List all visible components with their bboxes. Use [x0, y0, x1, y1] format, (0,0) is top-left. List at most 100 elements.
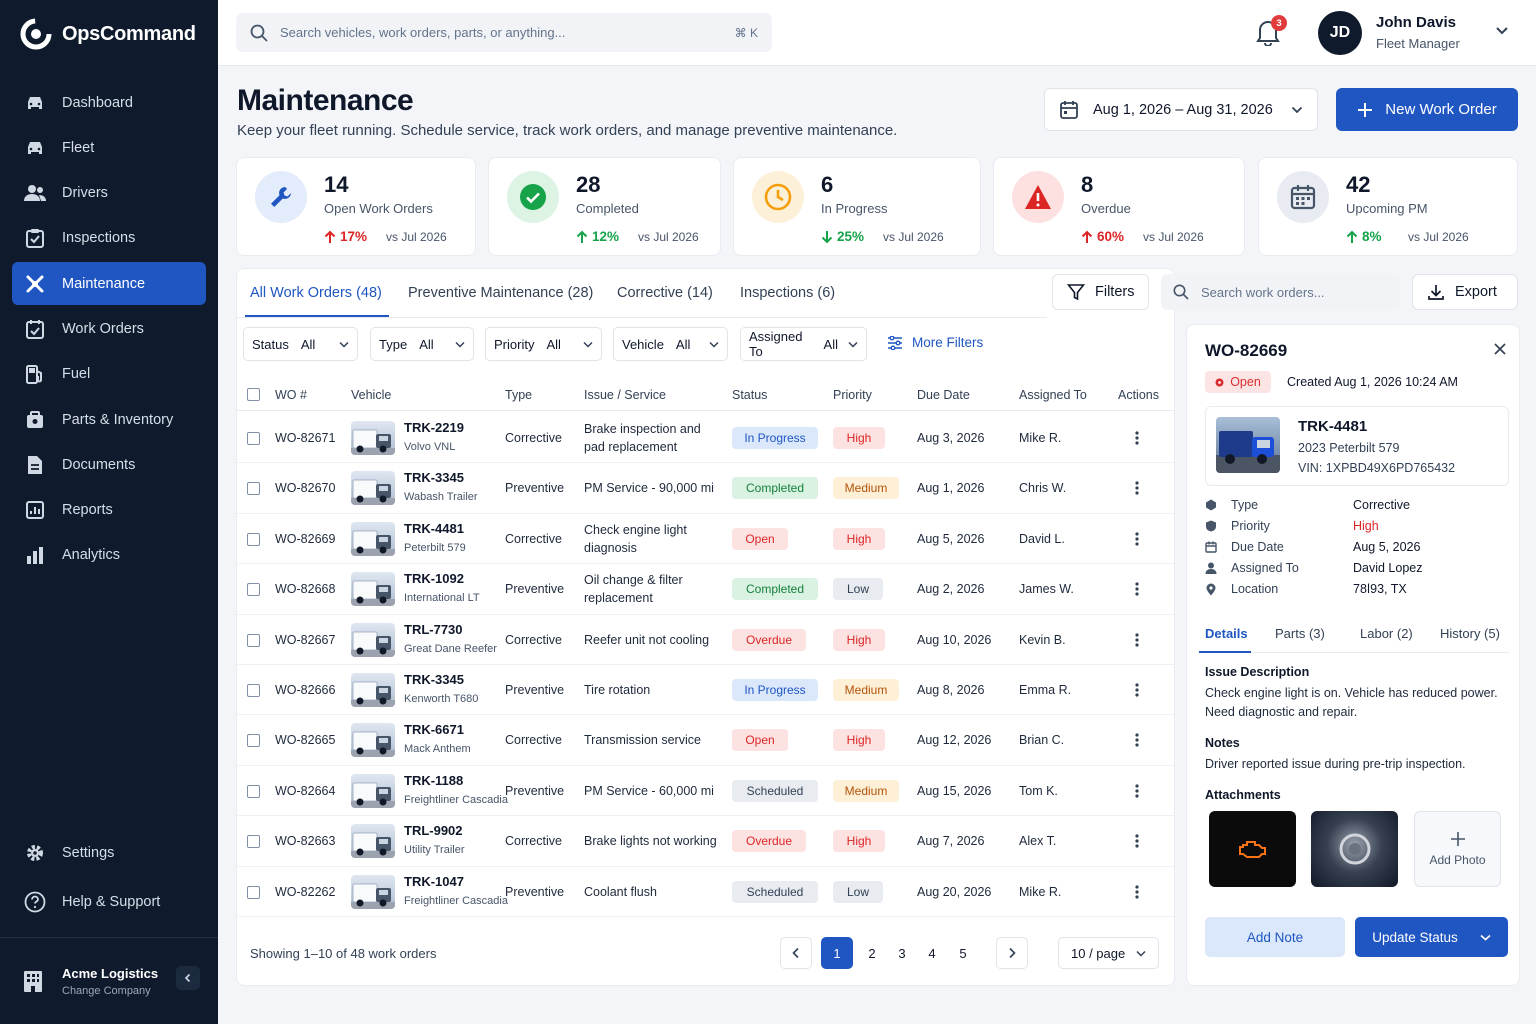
table-row[interactable]: WO-82262 TRK-1047 Freightliner Cascadia Pre… — [237, 867, 1174, 917]
tab-inspections[interactable]: Inspections (6) — [740, 285, 835, 301]
row-checkbox[interactable] — [247, 432, 260, 445]
row-checkbox[interactable] — [247, 885, 260, 899]
row-checkbox[interactable] — [247, 734, 260, 748]
stat-card-in-progress[interactable]: 6 In Progress 25% vs Jul 2026 — [733, 157, 981, 256]
user-name[interactable]: John Davis — [1376, 14, 1456, 31]
page-button-2[interactable]: 2 — [856, 937, 888, 969]
attachment-thumbnail[interactable] — [1311, 811, 1398, 887]
date-range-picker[interactable]: Aug 1, 2026 – Aug 31, 2026 — [1044, 88, 1318, 131]
sidebar-item-inspections[interactable]: Inspections — [12, 217, 206, 260]
table-row[interactable]: WO-82668 TRK-1092 International LT Preventi… — [237, 564, 1174, 615]
brand[interactable]: OpsCommand — [20, 18, 196, 50]
table-row[interactable]: WO-82670 TRK-3345 Wabash Trailer Preventive… — [237, 463, 1174, 514]
sidebar-item-fuel[interactable]: Fuel — [12, 353, 206, 396]
table-row[interactable]: WO-82669 TRK-4481 Peterbilt 579 Corrective C… — [237, 514, 1174, 565]
row-actions-button[interactable] — [1135, 784, 1139, 798]
table-row[interactable]: WO-82664 TRK-1188 Freightliner Cascadia Pre… — [237, 766, 1174, 817]
row-actions-button[interactable] — [1135, 582, 1139, 596]
vehicle-card[interactable]: TRK-4481 2023 Peterbilt 579 VIN: 1XPBD49… — [1205, 406, 1509, 486]
filters-button[interactable]: Filters — [1052, 274, 1150, 310]
page-size-select[interactable]: 10 / page — [1058, 937, 1159, 969]
row-checkbox[interactable] — [247, 684, 260, 697]
tab-details[interactable]: Details — [1205, 626, 1248, 641]
wo-number[interactable]: WO-82663 — [275, 834, 335, 848]
vehicle-id[interactable]: TRL-7730 — [404, 622, 463, 637]
row-checkbox[interactable] — [247, 784, 260, 798]
column-header[interactable]: WO # — [275, 388, 307, 402]
sidebar-item-settings[interactable]: Settings — [12, 830, 206, 876]
table-row[interactable]: WO-82666 TRK-3345 Kenworth T680 Preventive T… — [237, 665, 1174, 716]
global-search[interactable]: Search vehicles, work orders, parts, or … — [236, 13, 772, 52]
more-filters-button[interactable]: More Filters — [887, 335, 983, 350]
sidebar-item-reports[interactable]: Reports — [12, 489, 206, 532]
tab-history[interactable]: History (5) — [1440, 626, 1500, 641]
column-header[interactable]: Assigned To — [1019, 388, 1087, 402]
prev-page-button[interactable] — [780, 937, 812, 969]
sidebar-item-documents[interactable]: Documents — [12, 443, 206, 486]
column-header[interactable]: Due Date — [917, 388, 970, 402]
wo-number[interactable]: WO-82665 — [275, 733, 335, 747]
vehicle-id[interactable]: TRK-6671 — [404, 722, 464, 737]
vehicle-id[interactable]: TRK-1092 — [404, 571, 464, 586]
vehicle-id[interactable]: TRK-2219 — [404, 420, 464, 435]
table-row[interactable]: WO-82671 TRK-2219 Volvo VNL Corrective Brake… — [237, 413, 1174, 464]
stat-card-upcoming-pm[interactable]: 42 Upcoming PM 8% vs Jul 2026 — [1258, 157, 1518, 256]
vehicle-id[interactable]: TRK-3345 — [404, 672, 464, 687]
wo-number[interactable]: WO-82668 — [275, 582, 335, 596]
row-checkbox[interactable] — [247, 835, 260, 849]
vehicle-id[interactable]: TRK-1047 — [404, 874, 464, 889]
type-filter[interactable]: Type All — [370, 327, 474, 361]
page-button-5[interactable]: 5 — [947, 937, 979, 969]
user-menu-button[interactable] — [1495, 26, 1509, 36]
sidebar-item-dashboard[interactable]: Dashboard — [12, 81, 206, 124]
priority-filter[interactable]: Priority All — [485, 327, 602, 361]
assigned-to-filter[interactable]: Assigned To All — [740, 327, 867, 361]
add-photo-button[interactable]: Add Photo — [1414, 811, 1501, 887]
row-actions-button[interactable] — [1135, 733, 1139, 747]
column-header[interactable]: Status — [732, 388, 767, 402]
column-header[interactable]: Vehicle — [351, 388, 391, 402]
sidebar-item-drivers[interactable]: Drivers — [12, 172, 206, 215]
page-button-4[interactable]: 4 — [916, 937, 948, 969]
row-actions-button[interactable] — [1135, 834, 1139, 848]
status-filter[interactable]: Status All — [243, 327, 358, 361]
row-actions-button[interactable] — [1135, 431, 1139, 445]
tab-labor[interactable]: Labor (2) — [1360, 626, 1413, 641]
row-checkbox[interactable] — [247, 482, 260, 496]
wo-number[interactable]: WO-82664 — [275, 784, 335, 798]
wo-number[interactable]: WO-82667 — [275, 633, 335, 647]
avatar[interactable]: JD — [1318, 11, 1362, 55]
table-row[interactable]: WO-82665 TRK-6671 Mack Anthem Corrective Tra… — [237, 715, 1174, 766]
row-actions-button[interactable] — [1135, 481, 1139, 495]
sidebar-item-help[interactable]: Help & Support — [12, 879, 206, 925]
vehicle-filter[interactable]: Vehicle All — [613, 327, 728, 361]
column-header[interactable]: Issue / Service — [584, 388, 666, 402]
row-actions-button[interactable] — [1135, 532, 1139, 546]
stat-card-completed[interactable]: 28 Completed 12% vs Jul 2026 — [488, 157, 721, 256]
tab-preventive[interactable]: Preventive Maintenance (28) — [408, 285, 593, 301]
stat-card-open[interactable]: 14 Open Work Orders 17% vs Jul 2026 — [236, 157, 476, 256]
company-switcher[interactable]: Acme Logistics Change Company — [0, 937, 218, 1024]
row-actions-button[interactable] — [1135, 632, 1139, 647]
row-checkbox[interactable] — [247, 532, 260, 546]
sidebar-item-analytics[interactable]: Analytics — [12, 534, 206, 577]
wo-number[interactable]: WO-82671 — [275, 431, 335, 445]
close-panel-button[interactable] — [1493, 342, 1507, 356]
row-checkbox[interactable] — [247, 633, 260, 647]
collapse-sidebar-button[interactable] — [176, 966, 200, 990]
wo-number[interactable]: WO-82666 — [275, 683, 335, 697]
table-row[interactable]: WO-82667 TRL-7730 Great Dane Reefer Correct… — [237, 615, 1174, 665]
vehicle-id[interactable]: TRK-4481 — [404, 521, 464, 536]
tab-parts[interactable]: Parts (3) — [1275, 626, 1325, 641]
wo-number[interactable]: WO-82262 — [275, 885, 335, 899]
column-header[interactable]: Priority — [833, 388, 872, 402]
sidebar-item-fleet[interactable]: Fleet — [12, 126, 206, 169]
sidebar-item-work-orders[interactable]: Work Orders — [12, 307, 206, 350]
vehicle-id[interactable]: TRL-9902 — [404, 823, 463, 838]
vehicle-id[interactable]: TRK-3345 — [404, 470, 464, 485]
stat-card-overdue[interactable]: 8 Overdue 60% vs Jul 2026 — [993, 157, 1245, 256]
next-page-button[interactable] — [996, 937, 1028, 969]
vehicle-id[interactable]: TRK-1188 — [404, 773, 463, 788]
add-note-button[interactable]: Add Note — [1205, 917, 1345, 957]
new-work-order-button[interactable]: New Work Order — [1336, 88, 1518, 131]
